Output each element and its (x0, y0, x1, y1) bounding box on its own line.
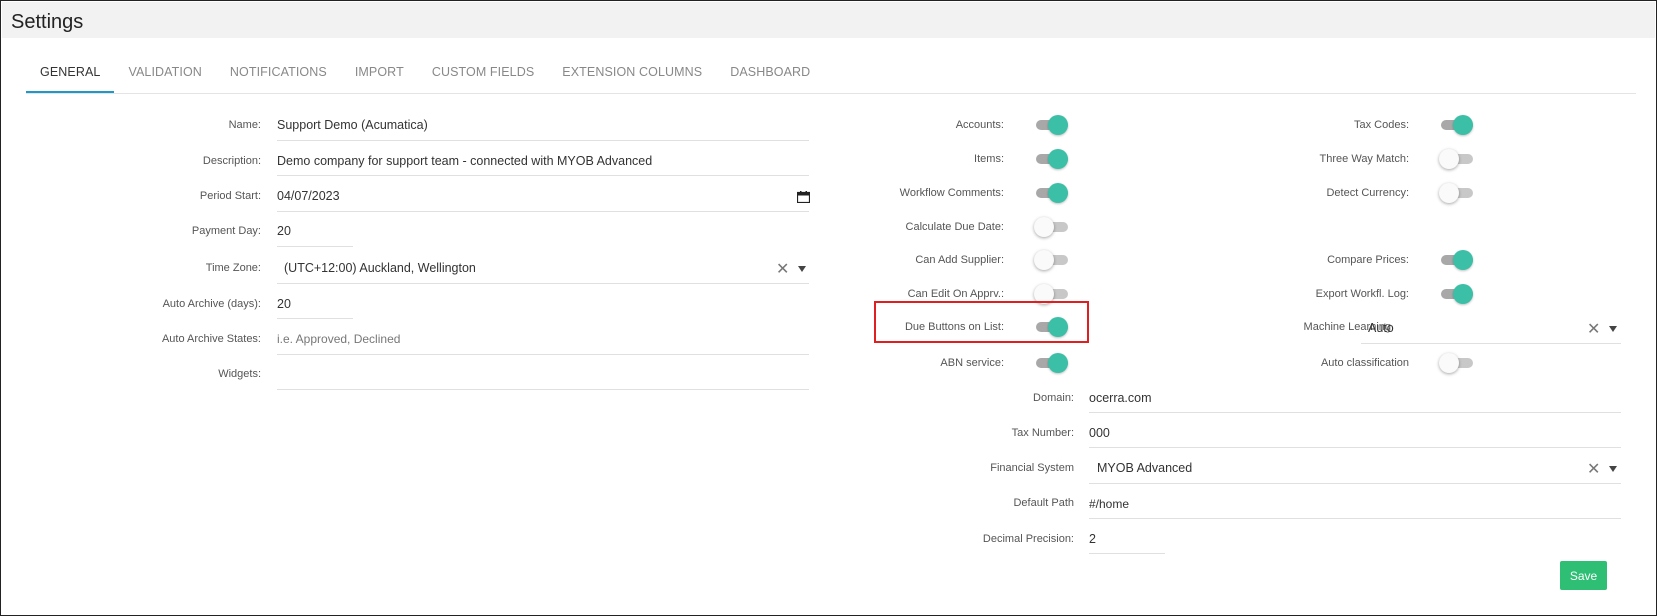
machine-learning-select[interactable]: Auto (1368, 321, 1394, 335)
tab-validation[interactable]: VALIDATION (114, 57, 215, 93)
tax-number-underline (1089, 447, 1621, 448)
payment-day-underline (277, 246, 353, 247)
financial-system-clear-icon[interactable]: ✕ (1587, 459, 1600, 478)
time-zone-clear-icon[interactable]: ✕ (776, 259, 789, 278)
payment-day-label: Payment Day: (191, 225, 261, 237)
abn-service-toggle[interactable] (1034, 352, 1068, 374)
workflow-comments-label: Workflow Comments: (899, 187, 1004, 199)
machine-learning-underline (1361, 343, 1621, 344)
time-zone-select[interactable]: (UTC+12:00) Auckland, Wellington (284, 261, 476, 275)
tab-notifications[interactable]: NOTIFICATIONS (216, 57, 341, 93)
name-input[interactable]: Support Demo (Acumatica) (277, 118, 428, 132)
three-way-match-label: Three Way Match: (1319, 153, 1409, 165)
due-buttons-on-list-toggle[interactable] (1034, 316, 1068, 338)
widgets-label: Widgets: (218, 368, 261, 380)
auto-classification-label: Auto classification (1320, 357, 1409, 369)
calculate-due-date-toggle[interactable] (1034, 216, 1068, 238)
accounts-toggle[interactable] (1034, 114, 1068, 136)
auto-archive-states-underline (277, 354, 809, 355)
tab-extension-columns[interactable]: EXTENSION COLUMNS (548, 57, 716, 93)
description-input-underline (277, 175, 809, 176)
can-add-supplier-toggle[interactable] (1034, 249, 1068, 271)
domain-label: Domain: (1033, 392, 1074, 404)
items-label: Items: (974, 153, 1004, 165)
name-input-underline (277, 140, 809, 141)
domain-underline (1089, 412, 1621, 413)
calendar-icon[interactable] (797, 191, 810, 203)
financial-system-select[interactable]: MYOB Advanced (1097, 461, 1192, 475)
tab-custom-fields[interactable]: CUSTOM FIELDS (418, 57, 548, 93)
financial-system-chevron-down-icon[interactable] (1609, 466, 1617, 472)
settings-window: Settings GENERAL VALIDATION NOTIFICATION… (0, 0, 1657, 616)
items-toggle[interactable] (1034, 148, 1068, 170)
can-edit-on-apprv-label: Can Edit On Apprv.: (907, 288, 1004, 300)
title-bar (2, 2, 1655, 38)
calculate-due-date-label: Calculate Due Date: (905, 221, 1004, 233)
time-zone-chevron-down-icon[interactable] (798, 266, 806, 272)
save-button[interactable]: Save (1560, 561, 1607, 590)
auto-archive-days-label: Auto Archive (days): (162, 298, 261, 310)
period-start-input[interactable]: 04/07/2023 (277, 189, 340, 203)
default-path-underline (1089, 518, 1621, 519)
three-way-match-toggle[interactable] (1439, 148, 1473, 170)
export-workfl-log-toggle[interactable] (1439, 283, 1473, 305)
time-zone-label: Time Zone: (205, 262, 261, 274)
tabs-divider (26, 93, 1636, 94)
decimal-precision-label: Decimal Precision: (982, 533, 1074, 545)
auto-archive-days-input[interactable]: 20 (277, 297, 291, 311)
export-workfl-log-label: Export Workfl. Log: (1315, 288, 1409, 300)
auto-archive-days-underline (277, 318, 353, 319)
auto-archive-states-label: Auto Archive States: (161, 333, 261, 345)
compare-prices-label: Compare Prices: (1327, 254, 1409, 266)
time-zone-underline (277, 283, 809, 284)
abn-service-label: ABN service: (940, 357, 1004, 369)
default-path-label: Default Path (1013, 497, 1074, 509)
detect-currency-toggle[interactable] (1439, 182, 1473, 204)
workflow-comments-toggle[interactable] (1034, 182, 1068, 204)
tab-import[interactable]: IMPORT (341, 57, 418, 93)
decimal-precision-input[interactable]: 2 (1089, 532, 1096, 546)
tax-codes-label: Tax Codes: (1353, 119, 1409, 131)
machine-learning-clear-icon[interactable]: ✕ (1587, 319, 1600, 338)
auto-classification-toggle[interactable] (1439, 352, 1473, 374)
tax-number-input[interactable]: 000 (1089, 426, 1110, 440)
auto-archive-states-input[interactable]: i.e. Approved, Declined (277, 332, 400, 346)
financial-system-label: Financial System (990, 462, 1074, 474)
accounts-label: Accounts: (955, 119, 1004, 131)
period-start-underline (277, 211, 809, 212)
period-start-label: Period Start: (199, 190, 261, 202)
name-label: Name: (228, 119, 261, 131)
domain-input[interactable]: ocerra.com (1089, 391, 1152, 405)
detect-currency-label: Detect Currency: (1326, 187, 1409, 199)
financial-system-underline (1089, 483, 1621, 484)
due-buttons-on-list-label: Due Buttons on List: (904, 321, 1004, 333)
tax-codes-toggle[interactable] (1439, 114, 1473, 136)
tab-general[interactable]: GENERAL (26, 57, 115, 93)
default-path-input[interactable]: #/home (1089, 497, 1129, 511)
decimal-precision-underline (1089, 553, 1165, 554)
description-input[interactable]: Demo company for support team - connecte… (277, 154, 652, 168)
widgets-underline (277, 389, 809, 390)
payment-day-input[interactable]: 20 (277, 224, 291, 238)
tax-number-label: Tax Number: (1011, 427, 1074, 439)
tab-bar: GENERAL VALIDATION NOTIFICATIONS IMPORT … (26, 57, 824, 95)
can-add-supplier-label: Can Add Supplier: (915, 254, 1004, 266)
machine-learning-chevron-down-icon[interactable] (1609, 326, 1617, 332)
page-title: Settings (11, 11, 84, 33)
compare-prices-toggle[interactable] (1439, 249, 1473, 271)
description-label: Description: (202, 155, 261, 167)
tab-dashboard[interactable]: DASHBOARD (716, 57, 824, 93)
